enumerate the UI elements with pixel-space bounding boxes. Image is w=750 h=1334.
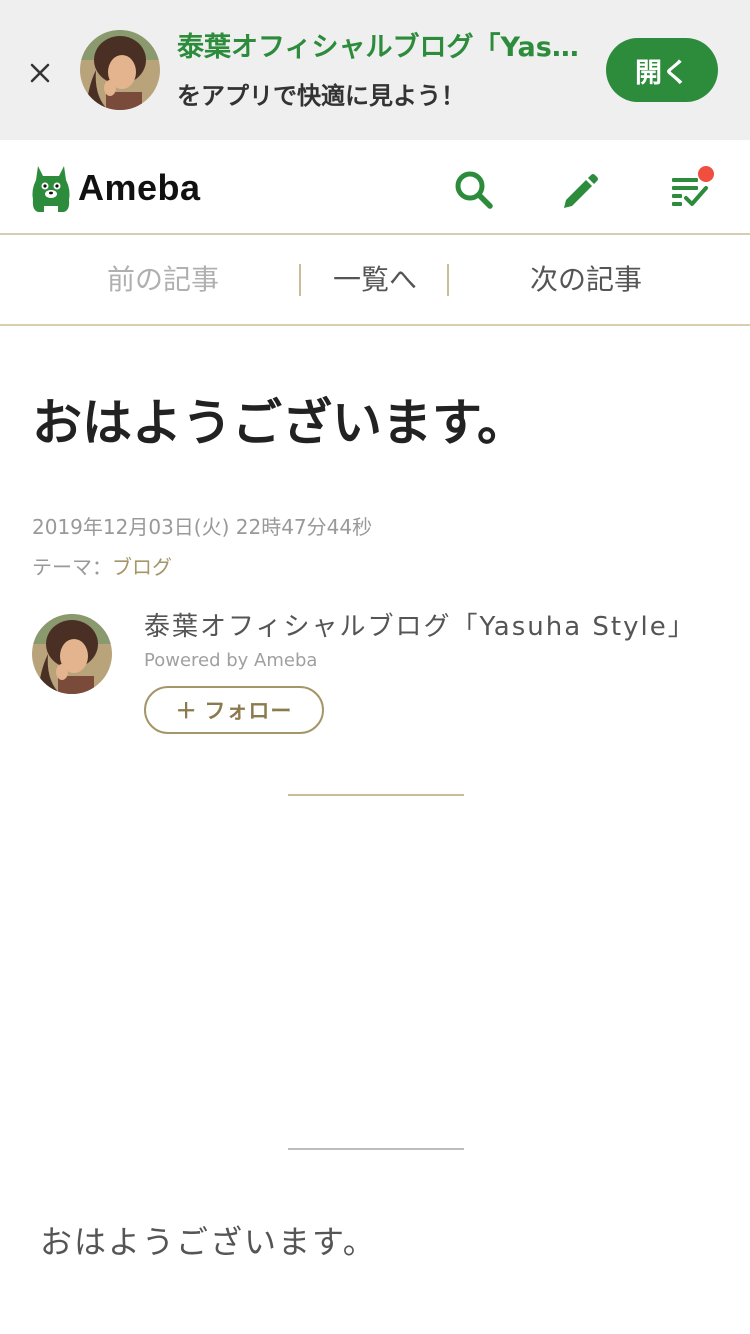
article-date: 2019年12月03日(火) 22時47分44秒 [32,515,373,539]
powered-by: Powered by Ameba [144,650,318,671]
open-app-button[interactable]: 開く [606,38,718,102]
article-list-link[interactable]: 一覧へ [302,236,448,324]
close-icon[interactable] [22,55,58,91]
ameba-logo[interactable]: Ameba [30,160,201,216]
next-article-link[interactable]: 次の記事 [452,236,720,324]
pager-divider [299,264,301,296]
theme-label: テーマ： [32,555,112,579]
notification-badge [698,166,714,182]
banner-avatar [80,30,160,110]
banner-title: 泰葉オフィシャルブログ「Yasuha Style」 [177,32,592,63]
author-avatar[interactable] [32,614,112,694]
follow-button[interactable]: ＋ フォロー [144,686,324,734]
site-header: Ameba [0,140,750,235]
theme-link[interactable]: ブログ [112,555,172,579]
prev-article-link[interactable]: 前の記事 [30,236,296,324]
article-theme: テーマ：ブログ [32,552,172,582]
article-title: おはようございます。 [32,394,527,452]
pager-divider [447,264,449,296]
logo-text: Ameba [78,167,201,208]
article-body: おはようございます。 [40,1223,377,1261]
search-icon[interactable] [452,168,496,212]
author-name[interactable]: 泰葉オフィシャルブログ「Yasuha Style」 [144,608,696,646]
app-banner: 泰葉オフィシャルブログ「Yasuha Style」 をアプリで快適に見よう！ 開… [0,0,750,140]
article-pager: 前の記事 一覧へ 次の記事 [0,236,750,326]
banner-subtitle: をアプリで快適に見よう！ [177,82,465,110]
ameba-mascot-icon [32,166,70,212]
section-divider [288,794,464,796]
pencil-icon[interactable] [558,168,602,212]
section-divider [288,1148,464,1150]
